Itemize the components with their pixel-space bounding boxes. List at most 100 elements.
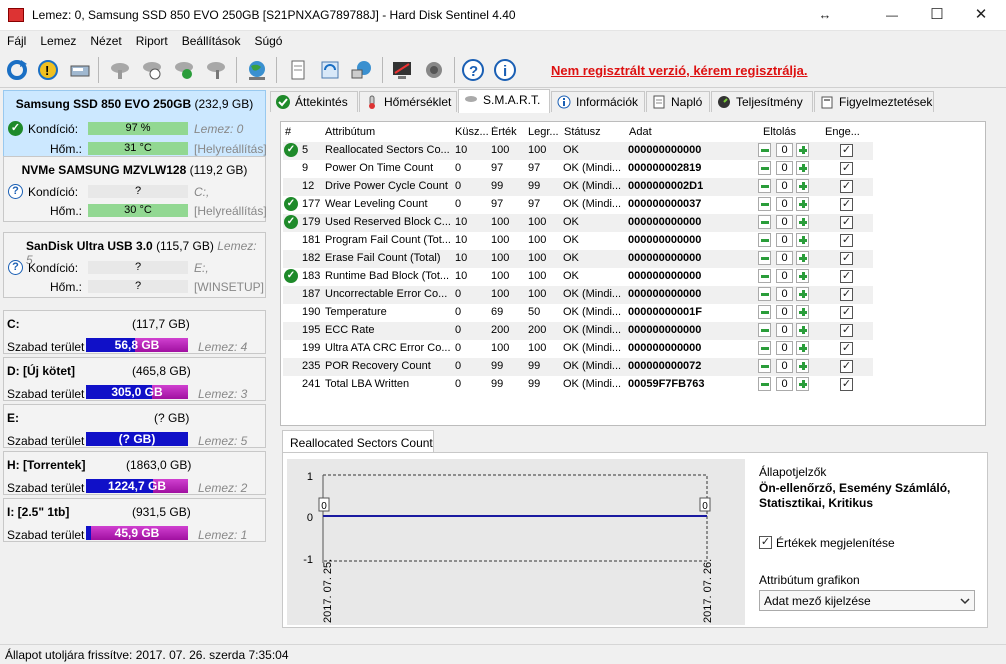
offset-value[interactable]: 0 <box>776 251 793 265</box>
report-icon[interactable] <box>284 56 312 84</box>
increase-button[interactable] <box>796 269 809 283</box>
table-row[interactable]: 199 Ultra ATA CRC Error Co... 0 100 100 OK (M… <box>283 340 873 358</box>
menu-file[interactable]: Fájl <box>0 31 33 48</box>
col-attribute[interactable]: Attribútum <box>325 126 375 142</box>
decrease-button[interactable] <box>758 197 771 211</box>
increase-button[interactable] <box>796 251 809 265</box>
increase-button[interactable] <box>796 359 809 373</box>
tab-temperature[interactable]: Hőmérséklet <box>359 91 457 112</box>
enable-checkbox[interactable]: ✓ <box>840 198 853 211</box>
increase-button[interactable] <box>796 377 809 391</box>
refresh-icon[interactable] <box>3 56 31 84</box>
enable-checkbox[interactable]: ✓ <box>840 324 853 337</box>
restore-arrows-icon[interactable]: ↔ <box>802 0 848 31</box>
offset-value[interactable]: 0 <box>776 323 793 337</box>
menu-disk[interactable]: Lemez <box>33 31 83 48</box>
register-link[interactable]: Nem regisztrált verzió, kérem regisztrál… <box>551 63 808 78</box>
volume-item[interactable]: C: (117,7 GB) Szabad terület 56,8 GB Lem… <box>3 310 266 354</box>
decrease-button[interactable] <box>758 377 771 391</box>
disk-item-samsung-850[interactable]: Samsung SSD 850 EVO 250GB (232,9 GB) ✓ K… <box>3 90 266 164</box>
hdd-tools-icon[interactable] <box>202 56 230 84</box>
table-row[interactable]: 235 POR Recovery Count 0 99 99 OK (Mindi... 00… <box>283 358 873 376</box>
decrease-button[interactable] <box>758 161 771 175</box>
tab-overview[interactable]: Áttekintés <box>270 91 358 112</box>
menu-settings[interactable]: Beállítások <box>175 31 248 48</box>
tab-performance[interactable]: Teljesítmény <box>711 91 813 112</box>
show-values-checkbox[interactable]: ✓ <box>759 536 772 549</box>
table-row[interactable]: 190 Temperature 0 69 50 OK (Mindi... 000000000… <box>283 304 873 322</box>
offset-value[interactable]: 0 <box>776 233 793 247</box>
tab-log[interactable]: Napló <box>646 91 710 112</box>
offset-value[interactable]: 0 <box>776 269 793 283</box>
decrease-button[interactable] <box>758 269 771 283</box>
table-row[interactable]: 9 Power On Time Count 0 97 97 OK (Mindi... 000… <box>283 160 873 178</box>
increase-button[interactable] <box>796 179 809 193</box>
offset-value[interactable]: 0 <box>776 161 793 175</box>
globe-icon[interactable] <box>243 56 271 84</box>
decrease-button[interactable] <box>758 179 771 193</box>
network-globe-icon[interactable] <box>348 56 376 84</box>
col-worst[interactable]: Legr... <box>528 126 559 142</box>
col-value[interactable]: Érték <box>491 126 517 142</box>
sync-icon[interactable] <box>316 56 344 84</box>
hdd-check-icon[interactable] <box>170 56 198 84</box>
volume-item[interactable]: D: [Új kötet] (465,8 GB) Szabad terület … <box>3 357 266 401</box>
table-row[interactable]: 181 Program Fail Count (Tot... 10 100 100 OK 0… <box>283 232 873 250</box>
speaker-icon[interactable] <box>420 56 448 84</box>
table-row[interactable]: ✓ 183 Runtime Bad Block (Tot... 10 100 100 OK 0… <box>283 268 873 286</box>
enable-checkbox[interactable]: ✓ <box>840 270 853 283</box>
volume-item[interactable]: H: [Torrentek] (1863,0 GB) Szabad terüle… <box>3 451 266 495</box>
col-offset[interactable]: Eltolás <box>763 126 796 142</box>
offset-value[interactable]: 0 <box>776 305 793 319</box>
close-button[interactable]: ✕ <box>958 0 1004 31</box>
enable-checkbox[interactable]: ✓ <box>840 306 853 319</box>
disk-item-nvme[interactable]: NVMe SAMSUNG MZVLW128 (119,2 GB) ? Kondí… <box>3 156 266 222</box>
decrease-button[interactable] <box>758 287 771 301</box>
increase-button[interactable] <box>796 161 809 175</box>
disk-icon[interactable] <box>66 56 94 84</box>
col-id[interactable]: # <box>285 126 291 142</box>
menu-report[interactable]: Riport <box>129 31 175 48</box>
hdd-gray-icon[interactable] <box>106 56 134 84</box>
volume-item[interactable]: E: (? GB) Szabad terület (? GB) Lemez: 5 <box>3 404 266 448</box>
help-icon[interactable]: ? <box>459 56 487 84</box>
tab-alerts[interactable]: Figyelmeztetések <box>814 91 934 112</box>
increase-button[interactable] <box>796 323 809 337</box>
increase-button[interactable] <box>796 215 809 229</box>
offset-value[interactable]: 0 <box>776 377 793 391</box>
offset-value[interactable]: 0 <box>776 215 793 229</box>
offset-value[interactable]: 0 <box>776 197 793 211</box>
tab-information[interactable]: Információk <box>551 91 645 112</box>
enable-checkbox[interactable]: ✓ <box>840 144 853 157</box>
warning-refresh-icon[interactable]: ! <box>34 56 62 84</box>
offset-value[interactable]: 0 <box>776 359 793 373</box>
increase-button[interactable] <box>796 341 809 355</box>
tab-smart[interactable]: S.M.A.R.T. <box>458 89 550 113</box>
offset-value[interactable]: 0 <box>776 341 793 355</box>
decrease-button[interactable] <box>758 233 771 247</box>
maximize-button[interactable]: ☐ <box>914 0 960 31</box>
info-icon[interactable]: i <box>491 56 519 84</box>
increase-button[interactable] <box>796 197 809 211</box>
col-data[interactable]: Adat <box>629 126 652 142</box>
enable-checkbox[interactable]: ✓ <box>840 252 853 265</box>
table-row[interactable]: 241 Total LBA Written 0 99 99 OK (Mindi... 000… <box>283 376 873 394</box>
enable-checkbox[interactable]: ✓ <box>840 288 853 301</box>
decrease-button[interactable] <box>758 215 771 229</box>
decrease-button[interactable] <box>758 341 771 355</box>
enable-checkbox[interactable]: ✓ <box>840 216 853 229</box>
table-row[interactable]: ✓ 177 Wear Leveling Count 0 97 97 OK (Mindi...… <box>283 196 873 214</box>
increase-button[interactable] <box>796 233 809 247</box>
enable-checkbox[interactable]: ✓ <box>840 234 853 247</box>
decrease-button[interactable] <box>758 305 771 319</box>
graph-mode-select[interactable]: Adat mező kijelzése <box>759 590 975 611</box>
hdd-clock-icon[interactable] <box>138 56 166 84</box>
table-row[interactable]: 195 ECC Rate 0 200 200 OK (Mindi... 0000000000… <box>283 322 873 340</box>
table-row[interactable]: 187 Uncorrectable Error Co... 0 100 100 OK (M… <box>283 286 873 304</box>
enable-checkbox[interactable]: ✓ <box>840 360 853 373</box>
decrease-button[interactable] <box>758 359 771 373</box>
enable-checkbox[interactable]: ✓ <box>840 342 853 355</box>
decrease-button[interactable] <box>758 323 771 337</box>
enable-checkbox[interactable]: ✓ <box>840 378 853 391</box>
disk-item-sandisk[interactable]: SanDisk Ultra USB 3.0 (115,7 GB) Lemez: … <box>3 232 266 298</box>
